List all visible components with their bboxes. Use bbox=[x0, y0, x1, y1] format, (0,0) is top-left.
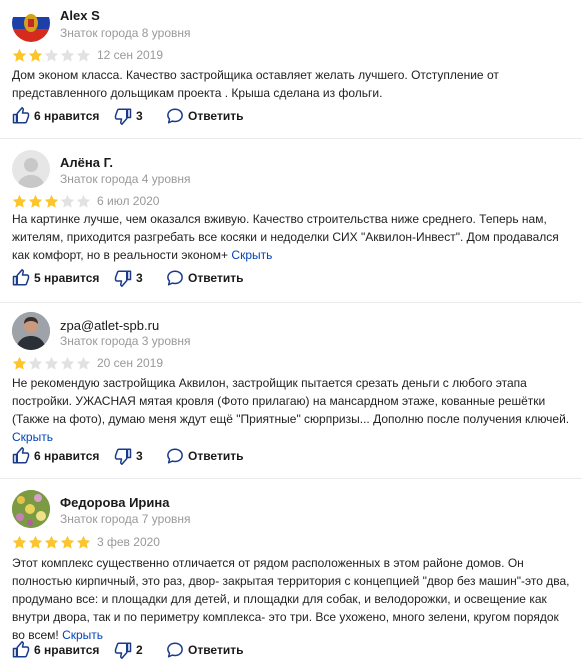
star-icon bbox=[28, 194, 43, 208]
review-author[interactable]: Алёна Г. bbox=[60, 155, 113, 170]
reply-button[interactable]: Ответить bbox=[166, 107, 243, 125]
like-count: 5 нравится bbox=[34, 271, 100, 285]
review-date: 12 сен 2019 bbox=[97, 48, 164, 62]
star-icon bbox=[44, 535, 59, 549]
like-count: 6 нравится bbox=[34, 109, 100, 123]
review-text-body: На картинке лучше, чем оказался вживую. … bbox=[12, 212, 559, 262]
review-author[interactable]: zpa@atlet-spb.ru bbox=[60, 318, 159, 333]
review-text: На картинке лучше, чем оказался вживую. … bbox=[12, 210, 574, 264]
reply-label: Ответить bbox=[188, 643, 244, 657]
thumbs-down-icon bbox=[114, 270, 132, 287]
thumbs-up-icon bbox=[12, 107, 30, 124]
star-icon bbox=[44, 48, 59, 62]
star-icon bbox=[60, 356, 75, 370]
rating-stars bbox=[12, 48, 91, 62]
star-icon bbox=[28, 535, 43, 549]
review-divider bbox=[0, 302, 582, 303]
dislike-count: 3 bbox=[136, 271, 143, 285]
review-text-body: Не рекомендую застройщика Аквилон, застр… bbox=[12, 376, 570, 426]
rating-stars bbox=[12, 356, 91, 370]
reply-label: Ответить bbox=[188, 109, 244, 123]
star-icon bbox=[12, 356, 27, 370]
star-icon bbox=[60, 48, 75, 62]
thumbs-down-icon bbox=[114, 642, 132, 659]
dislike-button[interactable]: 2 bbox=[114, 641, 166, 659]
comment-icon bbox=[167, 642, 183, 658]
star-icon bbox=[28, 48, 43, 62]
star-icon bbox=[28, 356, 43, 370]
reply-button[interactable]: Ответить bbox=[166, 641, 243, 659]
star-icon bbox=[12, 48, 27, 62]
review-text: Дом эконом класса. Качество застройщика … bbox=[12, 66, 574, 102]
reply-button[interactable]: Ответить bbox=[166, 447, 243, 465]
hide-link[interactable]: Скрыть bbox=[12, 430, 53, 444]
review-actions: 6 нравится 3 Ответить bbox=[12, 106, 243, 126]
like-button[interactable]: 6 нравится bbox=[12, 107, 114, 125]
author-level: Знаток города 3 уровня bbox=[60, 334, 191, 348]
thumbs-up-icon bbox=[12, 447, 30, 464]
flag-avatar[interactable] bbox=[12, 4, 50, 42]
dislike-button[interactable]: 3 bbox=[114, 447, 166, 465]
hide-link[interactable]: Скрыть bbox=[231, 248, 272, 262]
comment-icon bbox=[167, 448, 183, 464]
photo-avatar[interactable] bbox=[12, 312, 50, 350]
like-count: 6 нравится bbox=[34, 643, 100, 657]
dislike-count: 2 bbox=[136, 643, 143, 657]
thumbs-down-icon bbox=[114, 108, 132, 125]
review-date: 6 июл 2020 bbox=[97, 194, 160, 208]
review-date: 20 сен 2019 bbox=[97, 356, 164, 370]
star-icon bbox=[76, 48, 91, 62]
review-author[interactable]: Федорова Ирина bbox=[60, 495, 169, 510]
star-icon bbox=[44, 194, 59, 208]
star-icon bbox=[12, 194, 27, 208]
reply-button[interactable]: Ответить bbox=[166, 269, 243, 287]
like-button[interactable]: 6 нравится bbox=[12, 447, 114, 465]
review-date: 3 фев 2020 bbox=[97, 535, 160, 549]
reply-label: Ответить bbox=[188, 271, 244, 285]
review-text: Этот комплекс существенно отличается от … bbox=[12, 554, 574, 644]
like-button[interactable]: 5 нравится bbox=[12, 269, 114, 287]
review-text-body: Дом эконом класса. Качество застройщика … bbox=[12, 68, 499, 100]
comment-icon bbox=[167, 108, 183, 124]
review-text: Не рекомендую застройщика Аквилон, застр… bbox=[12, 374, 574, 446]
star-icon bbox=[60, 194, 75, 208]
like-count: 6 нравится bbox=[34, 449, 100, 463]
star-icon bbox=[60, 535, 75, 549]
like-button[interactable]: 6 нравится bbox=[12, 641, 114, 659]
author-level: Знаток города 7 уровня bbox=[60, 512, 191, 526]
thumbs-down-icon bbox=[114, 448, 132, 465]
author-level: Знаток города 8 уровня bbox=[60, 26, 191, 40]
dislike-button[interactable]: 3 bbox=[114, 269, 166, 287]
star-icon bbox=[44, 356, 59, 370]
rating-stars bbox=[12, 194, 91, 208]
flowers-avatar[interactable] bbox=[12, 490, 50, 528]
star-icon bbox=[76, 194, 91, 208]
reply-label: Ответить bbox=[188, 449, 244, 463]
review-actions: 5 нравится 3 Ответить bbox=[12, 268, 243, 288]
thumbs-up-icon bbox=[12, 269, 30, 286]
star-icon bbox=[76, 356, 91, 370]
author-level: Знаток города 4 уровня bbox=[60, 172, 191, 186]
review-actions: 6 нравится 2 Ответить bbox=[12, 640, 243, 660]
dislike-count: 3 bbox=[136, 109, 143, 123]
review-divider bbox=[0, 478, 582, 479]
dislike-count: 3 bbox=[136, 449, 143, 463]
star-icon bbox=[76, 535, 91, 549]
dislike-button[interactable]: 3 bbox=[114, 107, 166, 125]
star-icon bbox=[12, 535, 27, 549]
review-author[interactable]: Alex S bbox=[60, 8, 100, 23]
review-actions: 6 нравится 3 Ответить bbox=[12, 446, 243, 466]
rating-stars bbox=[12, 535, 91, 549]
thumbs-up-icon bbox=[12, 641, 30, 658]
default-avatar[interactable] bbox=[12, 150, 50, 188]
comment-icon bbox=[167, 270, 183, 286]
review-divider bbox=[0, 138, 582, 139]
